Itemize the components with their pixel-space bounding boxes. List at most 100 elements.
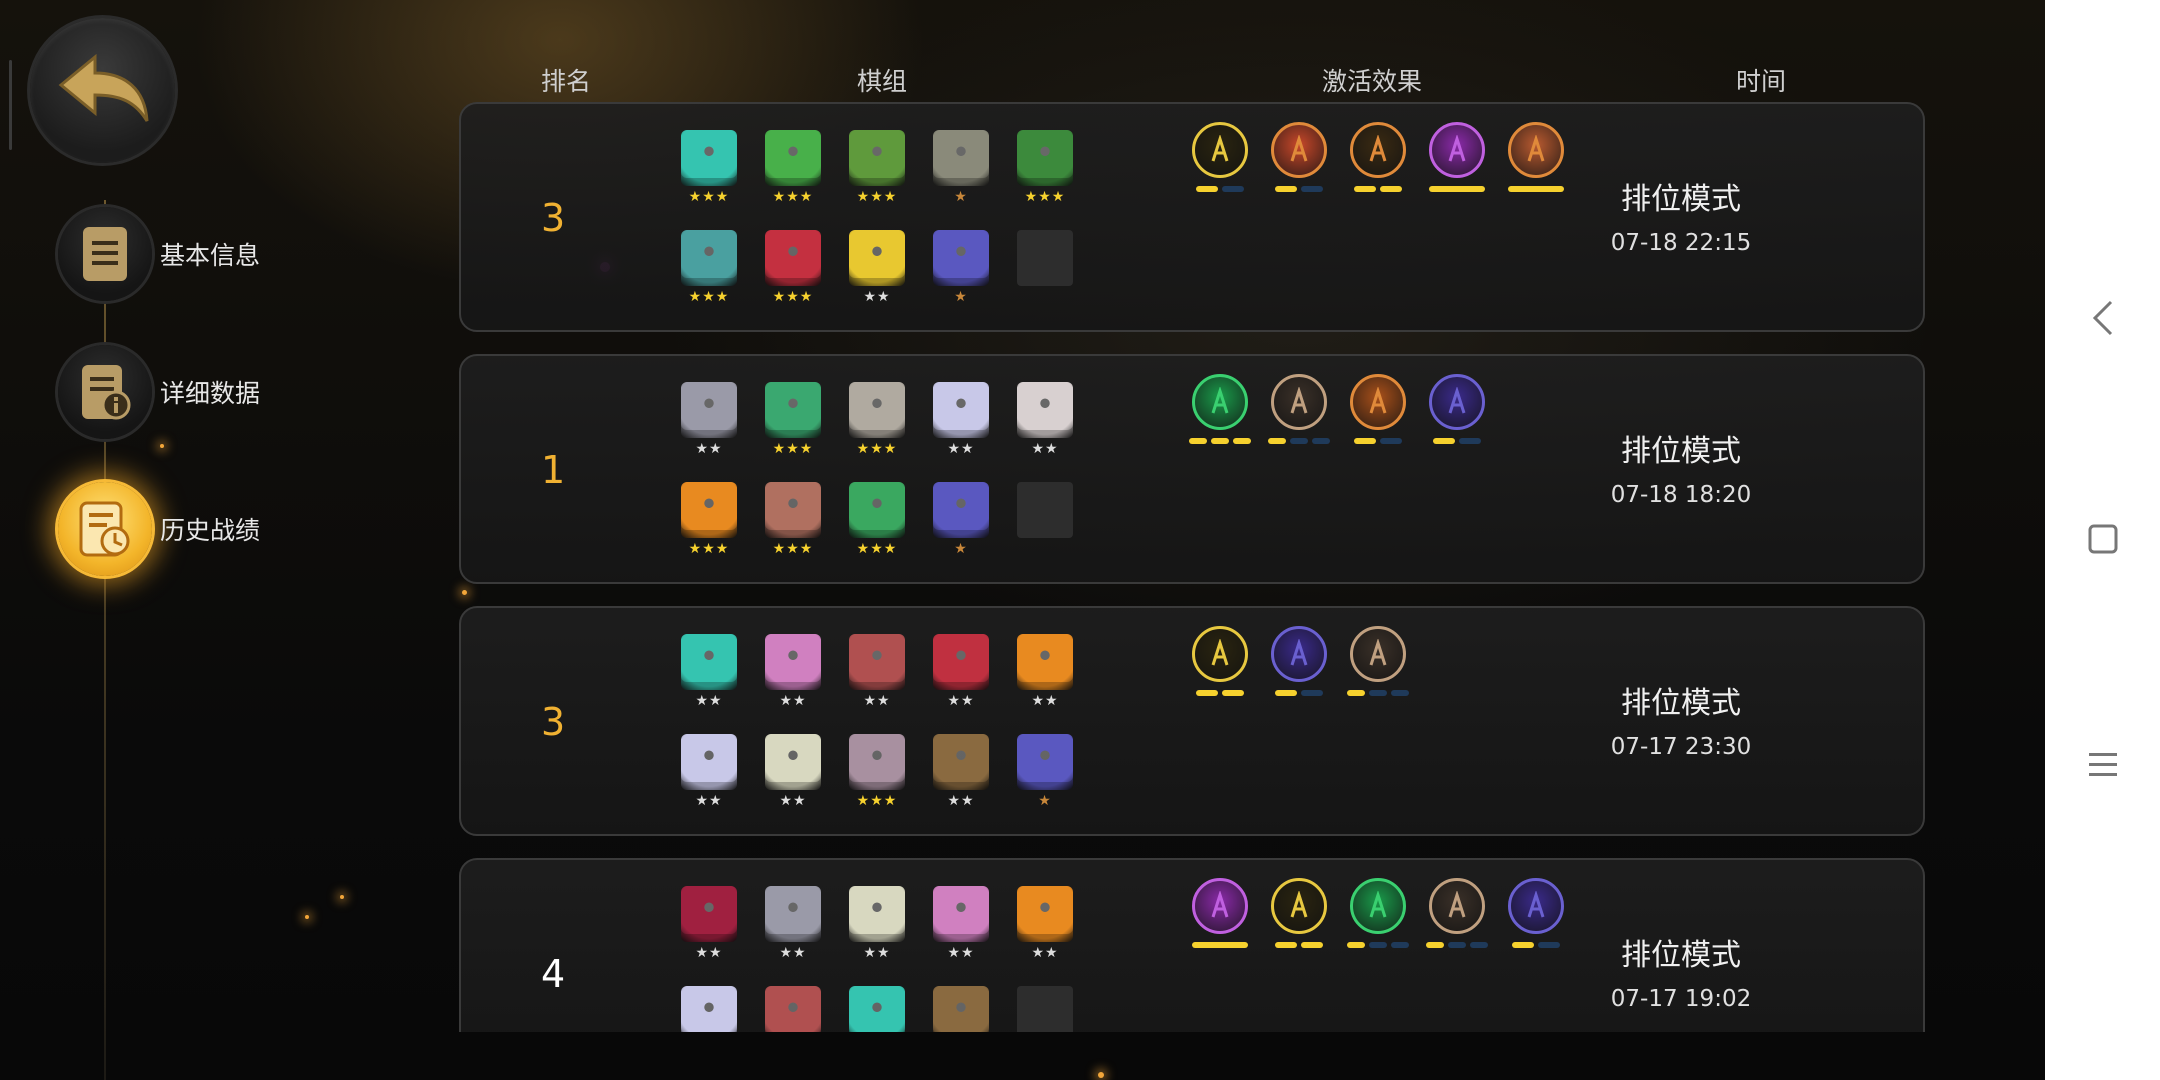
hero-piece[interactable]: ★★ [931, 734, 991, 810]
synergy-bar-active [1189, 438, 1207, 444]
system-home-icon[interactable] [2087, 523, 2119, 555]
hero-piece[interactable]: ★ [931, 230, 991, 306]
synergy-effect[interactable] [1189, 878, 1251, 948]
hero-piece[interactable] [847, 986, 907, 1032]
hero-portrait [1017, 382, 1073, 438]
hero-portrait [765, 986, 821, 1032]
synergy-effect[interactable] [1268, 374, 1330, 444]
synergy-level-bars [1268, 942, 1330, 948]
hero-piece[interactable]: ★★★ [1015, 130, 1075, 206]
synergy-level-bars [1268, 438, 1330, 444]
synergy-effect[interactable] [1347, 122, 1409, 192]
synergy-effect[interactable] [1268, 878, 1330, 948]
hero-piece[interactable]: ★★ [679, 382, 739, 458]
hero-piece[interactable]: ★★★ [847, 482, 907, 558]
column-header-rank: 排名 [540, 67, 592, 96]
hero-piece[interactable]: ★★ [763, 734, 823, 810]
synergy-effect[interactable] [1426, 878, 1488, 948]
nav-detail-data[interactable]: 详细数据 [58, 345, 260, 439]
synergy-effect[interactable] [1347, 626, 1409, 696]
empty-hero-slot [1017, 230, 1073, 286]
hero-piece[interactable]: ★★ [847, 886, 907, 962]
nav-icon-wrap [58, 207, 152, 301]
hero-piece[interactable]: ★★★ [847, 382, 907, 458]
hero-piece[interactable]: ★★ [763, 886, 823, 962]
sparkle-decoration [1098, 1072, 1104, 1078]
document-icon [83, 227, 127, 281]
synergy-effect[interactable] [1347, 374, 1409, 444]
match-mode: 排位模式 [1621, 686, 1741, 721]
hero-piece[interactable]: ★★ [931, 886, 991, 962]
system-menu-icon[interactable] [2087, 750, 2119, 780]
back-button[interactable] [30, 18, 175, 163]
match-card[interactable]: 4 ★★ ★★ ★★ ★★ ★★ 排位模式 07-17 19:02 [459, 858, 1925, 1032]
synergy-effect[interactable] [1347, 878, 1409, 948]
synergy-level-bars [1268, 186, 1330, 192]
hero-piece[interactable]: ★★★ [847, 734, 907, 810]
hero-piece[interactable]: ★★★ [679, 230, 739, 306]
hero-piece[interactable]: ★★ [679, 886, 739, 962]
hero-piece[interactable]: ★★★ [763, 230, 823, 306]
hero-piece[interactable]: ★★ [1015, 634, 1075, 710]
match-mode: 排位模式 [1621, 182, 1741, 217]
hero-piece[interactable]: ★★ [931, 382, 991, 458]
match-history-list[interactable]: 3 ★★★ ★★★ ★★★ ★ ★★★ ★★★ ★★★ ★★ ★ 排位模式 07-18 22:15 1 ★… [455, 100, 1930, 1032]
synergy-effect[interactable] [1426, 374, 1488, 444]
lineup-grid: ★★★★★★★★★★★★★★★★★★★★★★ [679, 382, 1109, 572]
nav-basic-info[interactable]: 基本信息 [58, 207, 260, 301]
hero-piece[interactable]: ★★ [847, 634, 907, 710]
hero-piece[interactable]: ★★★ [763, 130, 823, 206]
hero-piece[interactable]: ★ [931, 130, 991, 206]
game-screen: 基本信息 详细数据 历史战绩 排名 棋组 激活效果 时间 3 ★★★ ★★★ ★★★ ★… [0, 0, 2045, 1080]
hero-portrait [933, 734, 989, 790]
hero-piece[interactable]: ★★ [931, 634, 991, 710]
hero-piece[interactable]: ★★ [1015, 886, 1075, 962]
hero-piece[interactable]: ★ [931, 482, 991, 558]
synergy-level-bars [1347, 942, 1409, 948]
match-card[interactable]: 3 ★★★ ★★★ ★★★ ★ ★★★ ★★★ ★★★ ★★ ★ 排位模式 07-18 22:15 [459, 102, 1925, 332]
synergy-bar-active [1429, 186, 1485, 192]
match-time: 07-18 18:20 [1610, 482, 1752, 508]
synergy-bar-active [1426, 942, 1444, 948]
sparkle-decoration [340, 895, 344, 899]
synergy-effect[interactable] [1189, 374, 1251, 444]
column-header-lineup: 棋组 [856, 67, 908, 96]
system-navigation-bar [2045, 0, 2160, 1080]
synergy-effect[interactable] [1268, 626, 1330, 696]
synergy-level-bars [1347, 690, 1409, 696]
synergy-effect[interactable] [1268, 122, 1330, 192]
hero-piece[interactable]: ★★★ [679, 482, 739, 558]
hero-piece[interactable]: ★★ [679, 634, 739, 710]
synergy-bar-active [1347, 690, 1365, 696]
hero-piece[interactable]: ★★ [1015, 382, 1075, 458]
hero-stars: ★★ [1031, 441, 1059, 457]
hero-piece[interactable]: ★★★ [763, 482, 823, 558]
synergy-bar-active [1347, 942, 1365, 948]
system-back-icon[interactable] [2091, 298, 2115, 338]
hero-piece[interactable] [931, 986, 991, 1032]
synergy-effect[interactable] [1189, 122, 1251, 192]
match-info: 排位模式 07-17 19:02 [1551, 930, 1811, 1012]
hero-piece[interactable]: ★★★ [847, 130, 907, 206]
hero-piece[interactable]: ★★★ [763, 382, 823, 458]
synergy-level-bars [1347, 186, 1409, 192]
hero-piece[interactable] [763, 986, 823, 1032]
match-card[interactable]: 3 ★★ ★★ ★★ ★★ ★★ ★★ ★★ ★★★ ★★ ★ 排位模式 07-17 23:30 [459, 606, 1925, 836]
hero-piece[interactable]: ★★ [847, 230, 907, 306]
synergy-effect[interactable] [1426, 122, 1488, 192]
hero-stars: ★★ [863, 945, 891, 961]
hero-piece[interactable]: ★★ [763, 634, 823, 710]
axe-icon [1429, 878, 1485, 934]
hero-piece[interactable]: ★ [1015, 734, 1075, 810]
column-header-effects: 激活效果 [1321, 67, 1423, 96]
hero-portrait [765, 230, 821, 286]
hero-portrait [849, 886, 905, 942]
nav-history[interactable]: 历史战绩 [58, 482, 260, 576]
synergy-effect[interactable] [1189, 626, 1251, 696]
hero-piece[interactable]: ★★ [679, 734, 739, 810]
synergy-bar-active [1196, 186, 1218, 192]
hero-piece[interactable]: ★★★ [679, 130, 739, 206]
hero-stars: ★★★ [1024, 189, 1066, 205]
match-card[interactable]: 1 ★★ ★★★ ★★★ ★★ ★★ ★★★ ★★★ ★★★ ★ 排位模式 07-18 18:20 [459, 354, 1925, 584]
hero-piece[interactable] [679, 986, 739, 1032]
